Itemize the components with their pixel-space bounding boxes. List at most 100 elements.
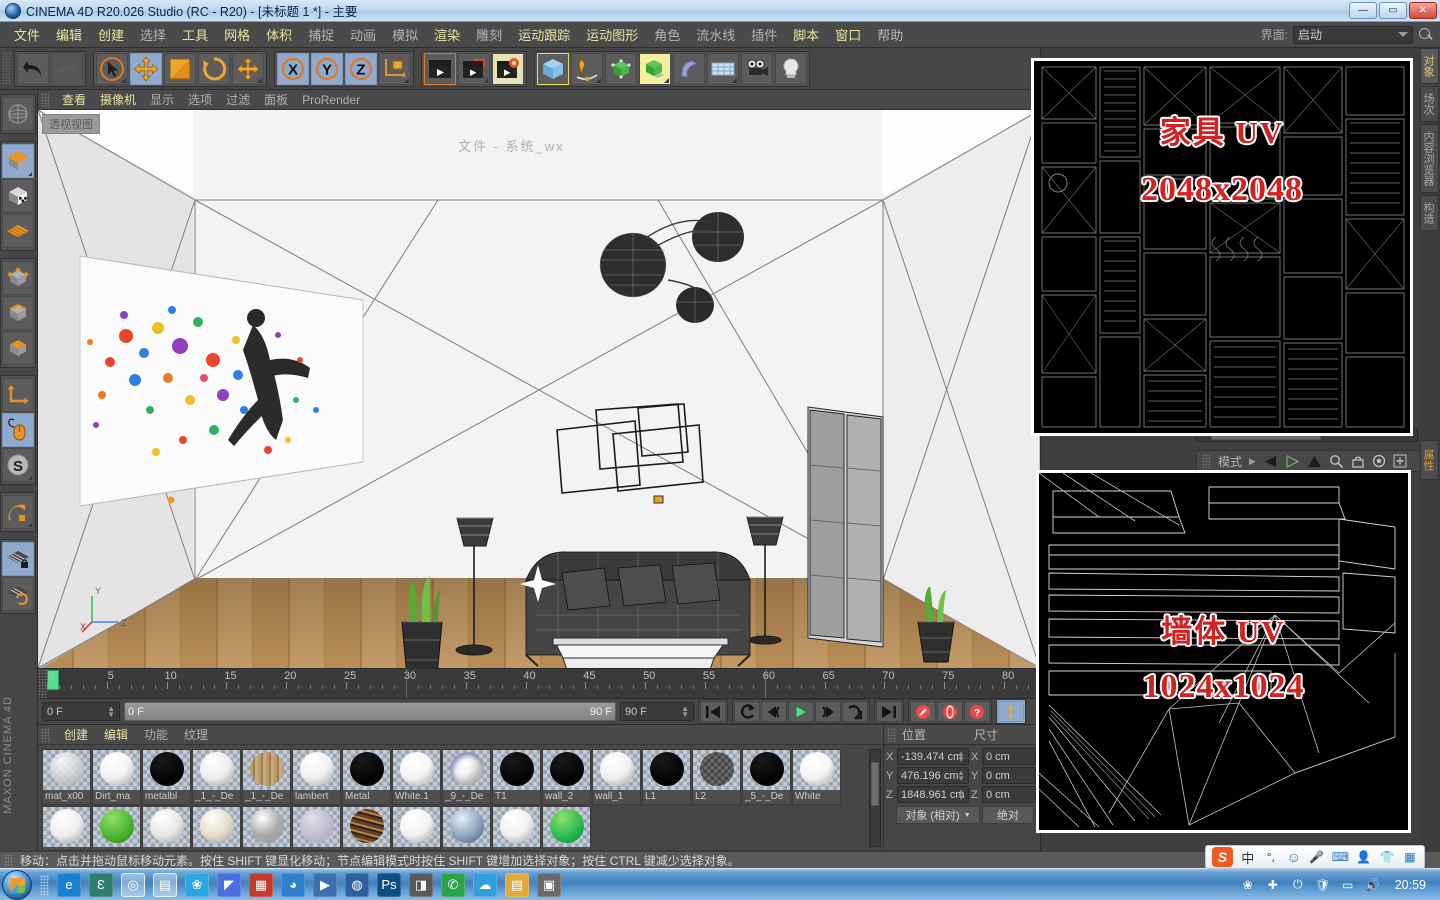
material-cell[interactable] — [92, 806, 141, 849]
ime-user-icon[interactable]: 👤 — [1356, 849, 1372, 866]
tab-takes[interactable]: 场次 — [1420, 86, 1439, 122]
material-cell[interactable]: Black — [42, 806, 91, 849]
autokey-button[interactable] — [937, 701, 963, 722]
material-cell[interactable]: wall_1 — [592, 749, 641, 805]
timeline-ruler[interactable]: 0 5 10 15 20 25 30 35 40 45 50 55 60 65 70 75 80 — [38, 668, 1041, 699]
live-selection-tool[interactable] — [96, 52, 128, 85]
menu-render[interactable]: 渲染 — [426, 23, 468, 46]
taskbar-mediaplayer[interactable]: ▶ — [313, 872, 337, 897]
make-editable-tool[interactable] — [2, 97, 34, 131]
ime-punctuation-icon[interactable]: °, — [1263, 849, 1279, 866]
taskbar-internet-explorer[interactable]: e — [57, 872, 81, 897]
taskbar-photoshop[interactable]: Ps — [377, 872, 401, 897]
material-cell[interactable]: L1 — [642, 749, 691, 805]
workplane-reset[interactable] — [2, 577, 34, 611]
menu-plugins[interactable]: 插件 — [743, 23, 785, 46]
taskbar-sogou-browser[interactable]: ◕ — [281, 872, 305, 897]
tray-update[interactable]: ✚ — [1264, 876, 1282, 894]
rotate-tool[interactable] — [198, 52, 230, 85]
play-button[interactable] — [788, 701, 814, 722]
model-mode[interactable] — [2, 144, 34, 178]
axis-z-lock[interactable]: Z — [345, 52, 377, 85]
material-cell[interactable]: Dirt_ma — [92, 749, 141, 805]
back-arrow-icon[interactable] — [1263, 455, 1278, 468]
menu-file[interactable]: 文件 — [6, 23, 48, 46]
position-key-button[interactable] — [998, 701, 1024, 722]
taskbar-kuaibo[interactable]: ◤ — [217, 872, 241, 897]
material-cell[interactable] — [192, 806, 241, 849]
close-button[interactable]: ✕ — [1409, 2, 1437, 19]
viewport-menu-panel[interactable]: 面板 — [257, 90, 295, 109]
ime-voice-icon[interactable]: 🎤 — [1309, 849, 1325, 866]
spinner-arrows-icon[interactable]: ▲ ▼ — [107, 705, 115, 719]
taskbar-folder2[interactable]: ▤ — [505, 872, 529, 897]
viewport-menu-filter[interactable]: 过滤 — [219, 90, 257, 109]
point-mode[interactable] — [2, 261, 34, 295]
material-cell[interactable] — [342, 806, 391, 849]
material-cell[interactable] — [292, 806, 341, 849]
tray-usb[interactable]: ⏻ — [1289, 876, 1307, 894]
viewport-menu-view[interactable]: 查看 — [55, 90, 93, 109]
next-keyframe-button[interactable] — [842, 701, 868, 722]
menu-create[interactable]: 创建 — [90, 23, 132, 46]
menu-pipeline[interactable]: 流水线 — [688, 23, 743, 46]
workplane-mode[interactable] — [2, 214, 34, 248]
material-menu-grip[interactable] — [41, 727, 50, 742]
step-back-button[interactable] — [761, 701, 787, 722]
chevron-right-icon[interactable]: ▶ — [1249, 456, 1256, 467]
target-icon[interactable] — [1372, 454, 1386, 468]
plus-icon[interactable] — [1393, 454, 1407, 468]
taskbar-grip[interactable] — [40, 874, 49, 895]
search-icon[interactable] — [1418, 27, 1434, 43]
viewport-menu-display[interactable]: 显示 — [143, 90, 181, 109]
add-deformer-object[interactable] — [673, 52, 705, 85]
tray-network[interactable]: ▭ — [1339, 876, 1357, 894]
material-cell[interactable]: _1_-_De — [192, 749, 241, 805]
material-cell[interactable] — [142, 806, 191, 849]
toolbar-grip[interactable] — [2, 51, 12, 86]
taskbar-wechat[interactable]: ✆ — [441, 872, 465, 897]
render-view-button[interactable] — [424, 52, 456, 85]
world-coordinate-system[interactable] — [379, 52, 411, 85]
position-x-field[interactable]: -139.474 cm ▲ ▼ — [897, 748, 969, 765]
material-grid[interactable]: mat_x00 Dirt_ma metalbl _1_-_De _1_-_De lambe… — [38, 745, 883, 849]
up-arrow-icon[interactable] — [1307, 455, 1322, 468]
material-cell[interactable]: metalbl — [142, 749, 191, 805]
timeline-track[interactable]: 0 5 10 15 20 25 30 35 40 45 50 55 60 65 70 75 80 — [47, 669, 1041, 699]
tray-360[interactable]: ❀ — [1239, 876, 1257, 894]
record-keyframe-button[interactable] — [910, 701, 936, 722]
maximize-button[interactable]: ▭ — [1379, 2, 1407, 19]
soft-selection-tool[interactable]: S — [2, 448, 34, 482]
tab-structure[interactable]: 构造 — [1420, 195, 1439, 231]
minimize-button[interactable]: — — [1349, 2, 1377, 19]
windows-start-icon[interactable] — [2, 869, 32, 900]
menu-select[interactable]: 选择 — [132, 23, 174, 46]
undo-button[interactable] — [17, 52, 49, 85]
timeline-grip[interactable] — [38, 669, 47, 698]
position-y-field[interactable]: 476.196 cm ▲ ▼ — [897, 767, 969, 784]
tray-volume[interactable]: 🔊 — [1364, 876, 1382, 894]
transform-tool[interactable] — [232, 52, 264, 85]
taskbar-360[interactable]: ❀ — [185, 872, 209, 897]
viewport-menu-camera[interactable]: 摄像机 — [93, 90, 143, 109]
material-scrollbar[interactable] — [869, 749, 881, 847]
viewport-menu-options[interactable]: 选项 — [181, 90, 219, 109]
material-cell[interactable]: White.1 — [392, 749, 441, 805]
timeline-range-bar[interactable]: 0 F 90 F — [124, 702, 616, 721]
material-cell[interactable]: L2 — [692, 749, 741, 805]
attribute-toolbar-grip[interactable] — [1202, 454, 1211, 468]
render-settings-button[interactable] — [492, 52, 524, 85]
menu-script[interactable]: 脚本 — [785, 23, 827, 46]
menu-volume[interactable]: 体积 — [258, 23, 300, 46]
add-array-object[interactable] — [639, 52, 671, 85]
material-cell[interactable]: T1 — [492, 749, 541, 805]
material-menu-edit[interactable]: 编辑 — [96, 725, 136, 744]
add-light-object[interactable] — [775, 52, 807, 85]
menu-edit[interactable]: 编辑 — [48, 23, 90, 46]
taskbar-clock[interactable]: 20:59 — [1389, 878, 1432, 892]
menu-snap[interactable]: 捕捉 — [300, 23, 342, 46]
material-cell[interactable] — [442, 806, 491, 849]
spinner-arrows-icon[interactable]: ▲ ▼ — [957, 769, 965, 783]
ime-keyboard-icon[interactable]: ⌨ — [1332, 849, 1349, 866]
add-generator-object[interactable] — [605, 52, 637, 85]
